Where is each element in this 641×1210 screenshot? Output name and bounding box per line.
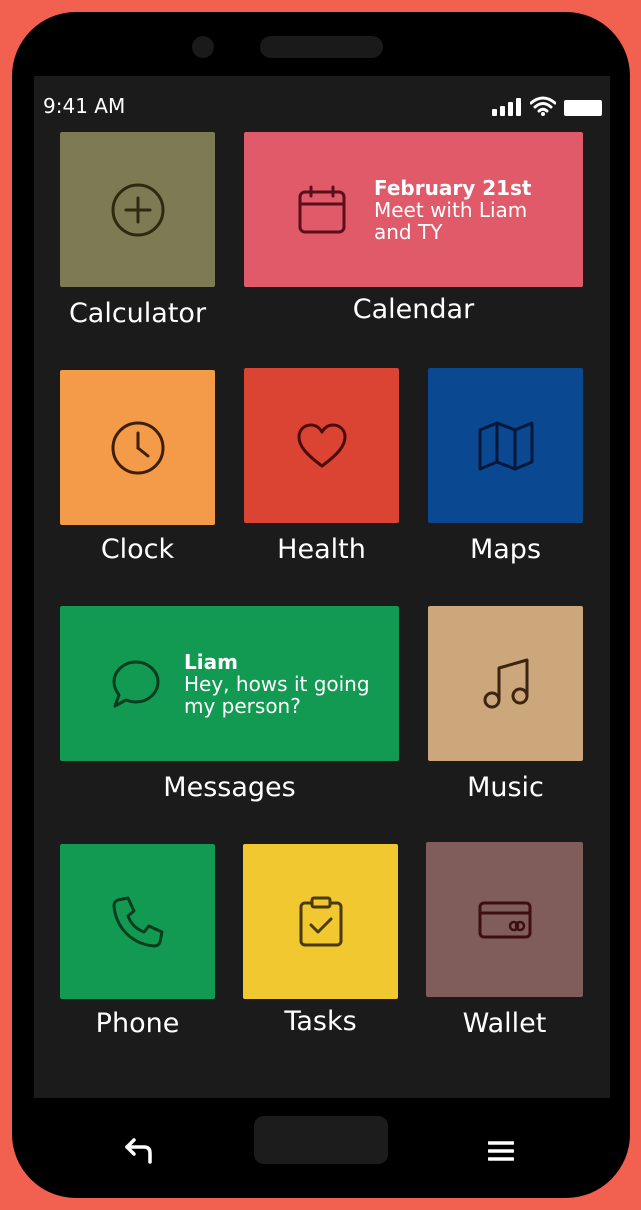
calculator-tile[interactable]	[60, 132, 215, 287]
credit-card-icon	[478, 901, 531, 938]
messages-label: Messages	[163, 772, 296, 803]
phone-frame: 9:41 AM Calculator February 21st Meet wi…	[12, 12, 630, 1198]
status-icons	[492, 96, 602, 116]
clock-label: Clock	[100, 534, 175, 565]
phone-label: Phone	[95, 1008, 180, 1039]
messages-widget[interactable]: Liam Hey, hows it going my person?	[60, 606, 399, 761]
calendar-label: Calendar	[352, 294, 475, 325]
health-label: Health	[277, 534, 366, 565]
front-camera	[192, 36, 214, 58]
maps-label: Maps	[469, 534, 542, 565]
menu-icon[interactable]	[488, 1140, 514, 1162]
battery-icon	[564, 100, 602, 116]
earpiece-speaker	[260, 36, 383, 58]
music-tile[interactable]	[428, 606, 583, 761]
music-note-icon	[483, 658, 528, 708]
tasks-label: Tasks	[284, 1006, 357, 1037]
clipboard-check-icon	[299, 896, 342, 946]
plus-circle-icon	[111, 183, 164, 236]
calendar-event: February 21st Meet with Liam and TY	[374, 177, 532, 243]
calculator-label: Calculator	[68, 298, 207, 329]
calendar-event-line2: and TY	[374, 219, 443, 244]
calendar-icon	[298, 185, 346, 233]
message-preview: Liam Hey, hows it going my person?	[184, 651, 370, 717]
clock-icon	[111, 421, 164, 474]
clock-tile[interactable]	[60, 370, 215, 525]
home-button[interactable]	[254, 1116, 388, 1164]
phone-icon	[112, 896, 163, 947]
calendar-event-line1: Meet with Liam	[374, 197, 528, 222]
tasks-tile[interactable]	[243, 844, 398, 999]
wifi-icon	[530, 96, 556, 116]
chat-bubble-icon	[112, 660, 160, 707]
status-time: 9:41 AM	[43, 94, 126, 118]
map-icon	[478, 421, 533, 470]
music-label: Music	[467, 772, 544, 803]
calendar-event-date: February 21st	[374, 175, 532, 200]
maps-tile[interactable]	[428, 368, 583, 523]
heart-icon	[297, 423, 346, 467]
message-line2: my person?	[184, 693, 301, 718]
signal-icon	[492, 98, 521, 116]
message-sender: Liam	[184, 649, 238, 674]
message-line1: Hey, hows it going	[184, 671, 370, 696]
phone-tile[interactable]	[60, 844, 215, 999]
wallet-tile[interactable]	[426, 842, 583, 997]
back-arrow-icon[interactable]	[122, 1136, 158, 1166]
home-screen: 9:41 AM Calculator February 21st Meet wi…	[34, 76, 610, 1098]
wallet-label: Wallet	[462, 1008, 547, 1039]
calendar-widget[interactable]: February 21st Meet with Liam and TY	[244, 132, 583, 287]
health-tile[interactable]	[244, 368, 399, 523]
